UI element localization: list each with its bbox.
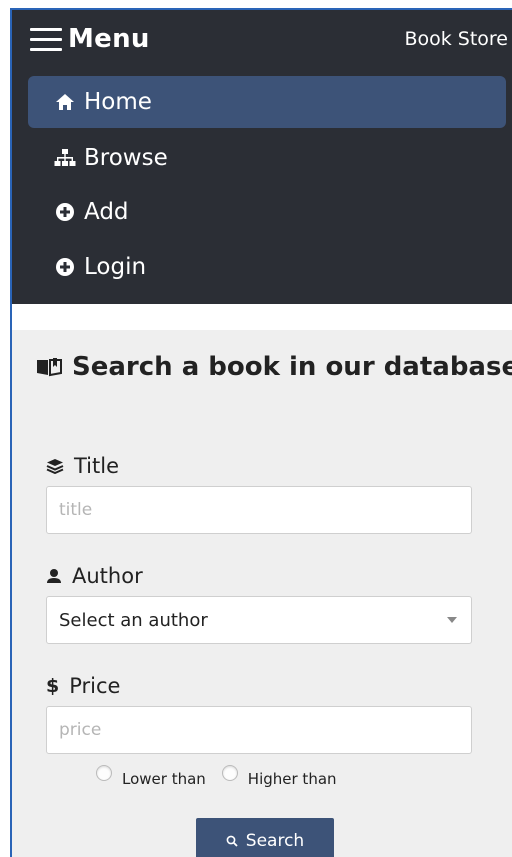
price-input[interactable] — [46, 706, 472, 754]
brand-link[interactable]: Book Store — [404, 28, 508, 50]
search-heading-text: Search a book in our database — [72, 352, 512, 382]
dollar-icon: $ — [46, 675, 60, 697]
book-open-icon — [36, 357, 62, 377]
search-button[interactable]: Search — [196, 818, 334, 857]
plus-circle-icon — [54, 256, 76, 278]
price-label-text: Price — [69, 674, 121, 698]
app-frame: Menu Book Store Home Browse Add Login Se… — [10, 8, 512, 857]
author-label: Author — [46, 564, 143, 588]
lower-than-radio[interactable]: Lower than — [96, 765, 206, 788]
lower-than-label: Lower than — [122, 770, 206, 788]
nav-item-label: Add — [84, 199, 129, 225]
nav-item-label: Browse — [84, 145, 168, 171]
layers-icon — [46, 458, 64, 474]
nav-item-login[interactable]: Login — [28, 241, 506, 293]
higher-than-label: Higher than — [247, 770, 337, 788]
title-label-text: Title — [74, 454, 120, 478]
plus-circle-icon — [54, 201, 76, 223]
user-icon — [46, 568, 62, 584]
author-select[interactable]: Select an author — [46, 596, 472, 644]
author-select-value: Select an author — [59, 609, 208, 631]
higher-than-radio[interactable]: Higher than — [221, 765, 337, 788]
search-panel: Search a book in our database Title Auth… — [12, 330, 512, 857]
price-comparison-group: Lower than Higher than — [96, 765, 353, 788]
home-icon — [54, 91, 76, 113]
radio-circle[interactable] — [221, 765, 238, 781]
price-label: $ Price — [46, 674, 120, 698]
search-icon — [226, 835, 238, 847]
nav-item-home[interactable]: Home — [28, 76, 506, 128]
nav-item-label: Login — [84, 254, 147, 280]
sitemap-icon — [54, 147, 76, 169]
chevron-down-icon — [447, 617, 457, 623]
divider-strip — [12, 304, 512, 330]
search-heading: Search a book in our database — [36, 352, 512, 382]
radio-circle[interactable] — [96, 765, 112, 781]
hamburger-menu-icon[interactable] — [30, 28, 62, 52]
search-button-label: Search — [245, 831, 305, 851]
navbar-topbar: Menu Book Store — [12, 10, 512, 72]
author-label-text: Author — [72, 564, 143, 588]
nav-item-label: Home — [84, 89, 152, 115]
title-label: Title — [46, 454, 119, 478]
menu-label[interactable]: Menu — [68, 24, 150, 54]
nav-item-add[interactable]: Add — [28, 186, 506, 238]
nav-item-browse[interactable]: Browse — [28, 132, 506, 184]
title-input[interactable] — [46, 486, 472, 534]
navbar: Menu Book Store Home Browse Add Login — [12, 10, 512, 304]
